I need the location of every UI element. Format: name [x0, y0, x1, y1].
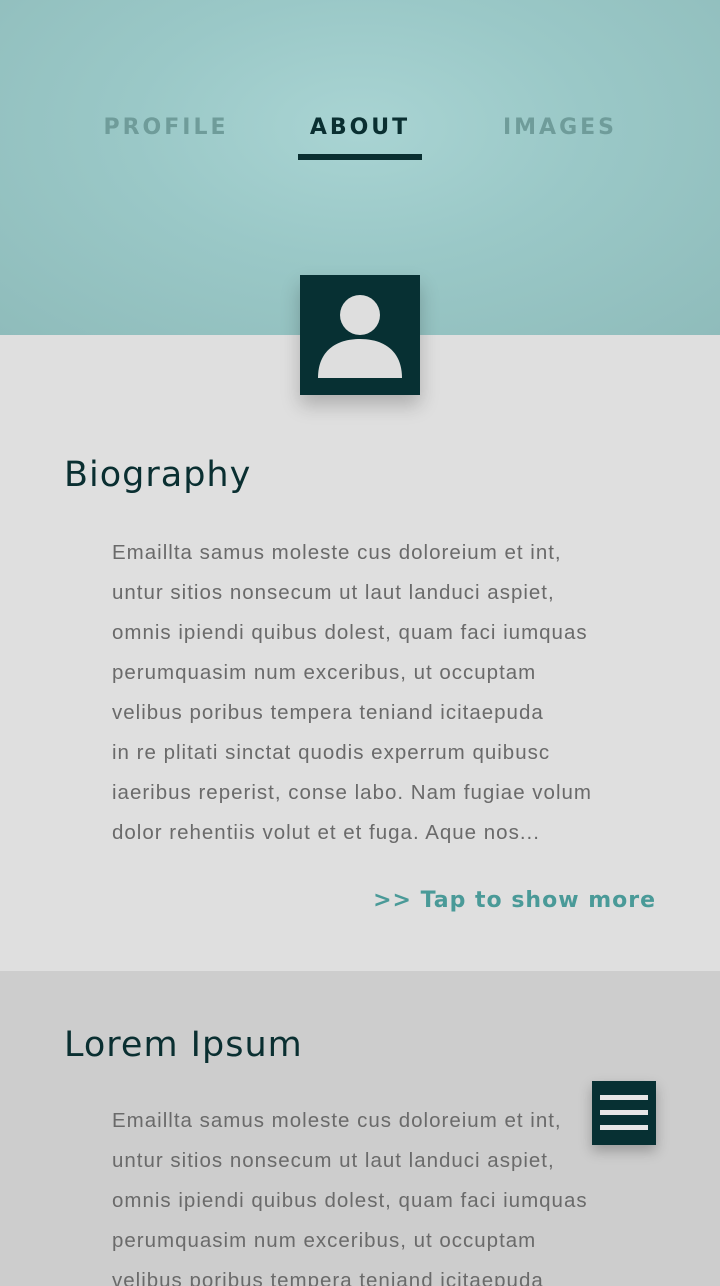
biography-line: iaeribus reperist, conse labo. Nam fugia…	[112, 781, 592, 804]
lorem-line: perumquasim num exceribus, ut occuptam	[112, 1229, 537, 1252]
lorem-title: Lorem Ipsum	[64, 1025, 303, 1065]
lorem-line: untur sitios nonsecum ut laut landuci as…	[112, 1149, 555, 1172]
biography-section: Biography Emaillta samus moleste cus dol…	[0, 335, 720, 971]
show-more-link[interactable]: >> Tap to show more	[373, 888, 656, 913]
biography-text: Emaillta samus moleste cus doloreium et …	[112, 533, 672, 853]
biography-line: untur sitios nonsecum ut laut landuci as…	[112, 581, 555, 604]
tab-profile[interactable]: PROFILE	[96, 112, 236, 160]
active-tab-indicator	[298, 154, 422, 160]
tab-images[interactable]: IMAGES	[496, 112, 624, 160]
biography-line: Emaillta samus moleste cus doloreium et …	[112, 541, 562, 564]
lorem-line: Emaillta samus moleste cus doloreium et …	[112, 1109, 562, 1132]
menu-button[interactable]	[592, 1081, 656, 1145]
hamburger-menu-icon-bar	[600, 1125, 648, 1130]
biography-title: Biography	[64, 455, 252, 495]
biography-line: omnis ipiendi quibus dolest, quam faci i…	[112, 621, 588, 644]
tab-about[interactable]: ABOUT	[296, 112, 424, 160]
biography-line: in re plitati sinctat quodis experrum qu…	[112, 741, 551, 764]
biography-line: dolor rehentiis volut et et fuga. Aque n…	[112, 821, 540, 844]
biography-line: velibus poribus tempera teniand icitaepu…	[112, 701, 544, 724]
user-icon	[318, 295, 402, 378]
avatar	[300, 275, 420, 395]
tab-bar: PROFILE ABOUT IMAGES	[0, 112, 720, 162]
lorem-text: Emaillta samus moleste cus doloreium et …	[112, 1101, 672, 1286]
biography-line: perumquasim num exceribus, ut occuptam	[112, 661, 537, 684]
lorem-line: omnis ipiendi quibus dolest, quam faci i…	[112, 1189, 588, 1212]
lorem-line: velibus poribus tempera teniand icitaepu…	[112, 1269, 544, 1286]
hamburger-menu-icon	[600, 1095, 648, 1100]
hamburger-menu-icon-bar	[600, 1110, 648, 1115]
